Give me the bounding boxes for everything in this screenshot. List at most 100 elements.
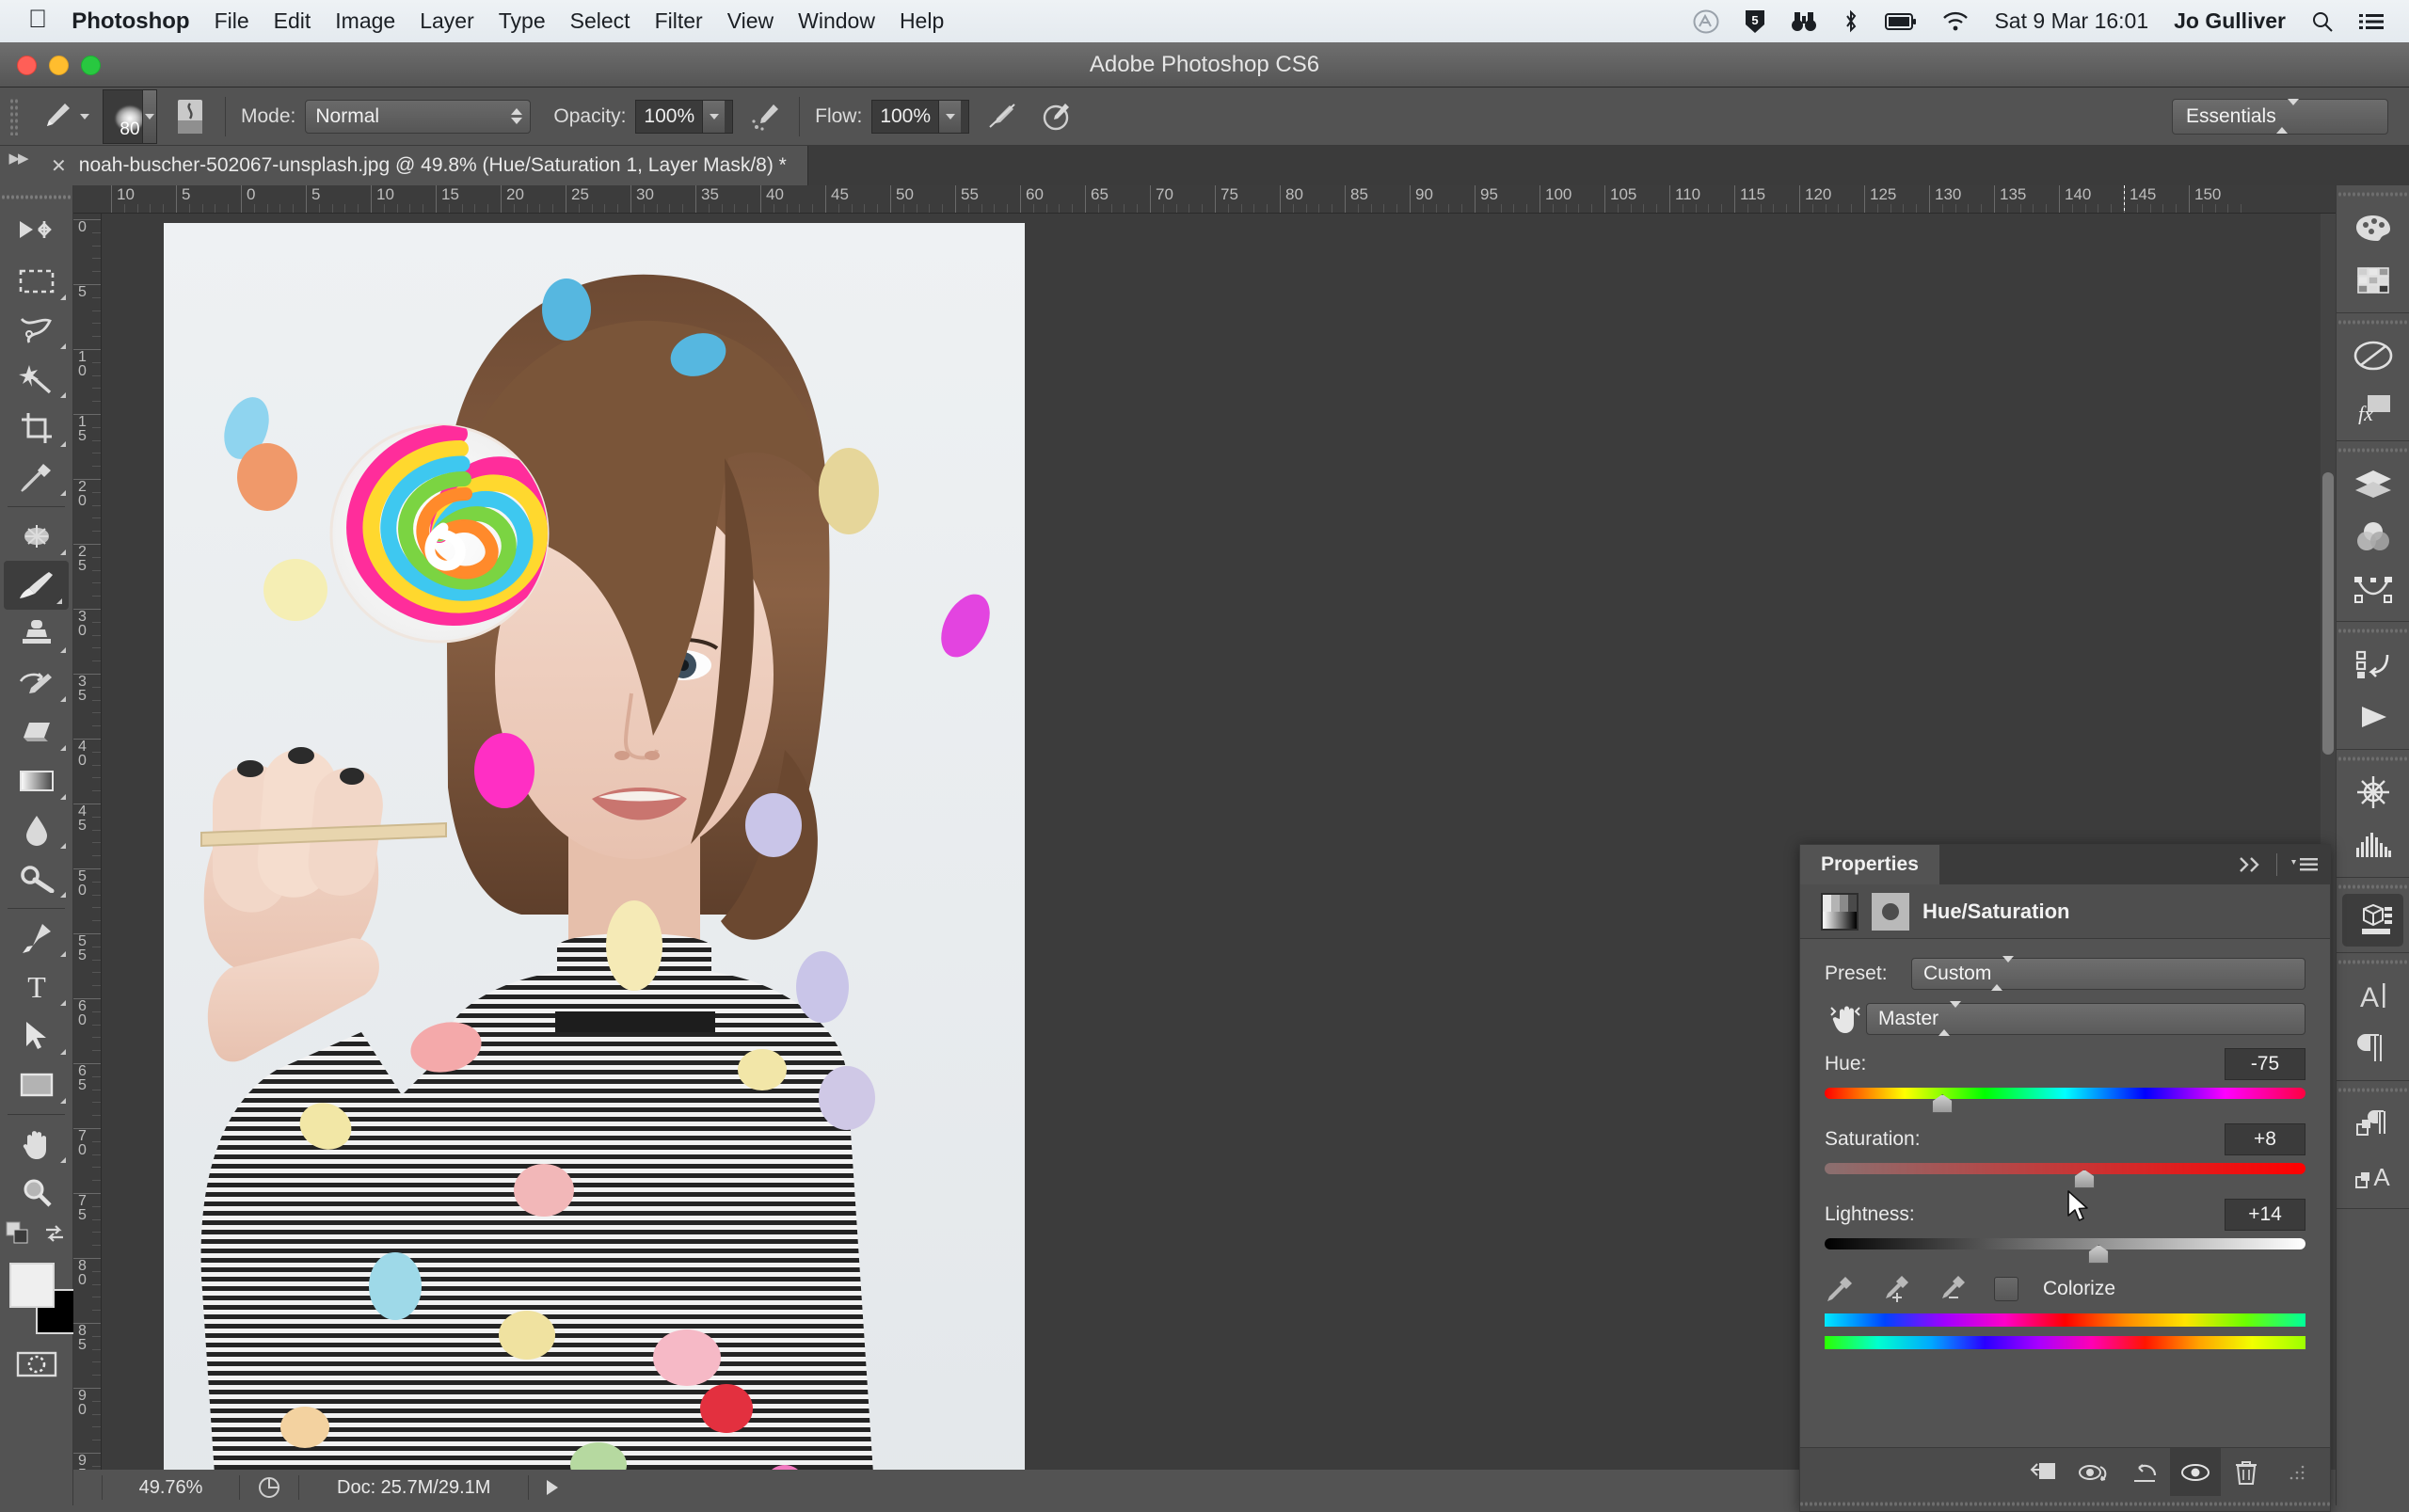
airbrush-icon[interactable] (748, 99, 784, 135)
colorize-checkbox[interactable] (1994, 1277, 2018, 1301)
menu-help[interactable]: Help (900, 8, 944, 34)
zoom-button[interactable] (81, 56, 101, 75)
close-button[interactable] (17, 56, 37, 75)
swatches-panel-button[interactable] (2337, 254, 2409, 307)
menubar-username[interactable]: Jo Gulliver (2174, 8, 2286, 34)
paragraph-styles-panel-button[interactable] (2337, 1097, 2409, 1150)
lasso-tool[interactable] (0, 306, 72, 355)
shape-tool[interactable] (0, 1060, 72, 1109)
battery-icon[interactable] (1885, 12, 1917, 31)
channels-panel-button[interactable] (2337, 510, 2409, 563)
menubar-clock[interactable]: Sat 9 Mar 16:01 (1994, 8, 2148, 34)
color-panel-button[interactable] (2337, 201, 2409, 254)
document-tab[interactable]: ✕ noah-buscher-502067-unsplash.jpg @ 49.… (36, 146, 808, 185)
hue-slider-knob[interactable] (1932, 1094, 1953, 1113)
eyedropper-sample-icon[interactable] (1825, 1274, 1857, 1304)
preset-select[interactable]: Custom (1911, 958, 2305, 990)
menu-image[interactable]: Image (335, 8, 395, 34)
doc-size-icon[interactable] (240, 1475, 298, 1500)
document-canvas[interactable] (164, 223, 1025, 1505)
tools-panel-grip[interactable] (0, 189, 72, 204)
lightness-value-field[interactable]: +14 (2225, 1199, 2305, 1231)
workspace-switcher[interactable]: Essentials (2172, 99, 2388, 135)
apple-logo-icon[interactable]:  (28, 7, 47, 32)
brush-size-preview[interactable]: 80 (103, 89, 157, 144)
menu-filter[interactable]: Filter (655, 8, 703, 34)
blur-tool[interactable] (0, 805, 72, 854)
lightness-slider-track[interactable] (1825, 1238, 2305, 1249)
properties-panel-bottom-grip[interactable] (1800, 1496, 2330, 1511)
menu-photoshop[interactable]: Photoshop (72, 8, 189, 35)
marquee-tool[interactable] (0, 257, 72, 306)
binoculars-icon[interactable] (1791, 10, 1817, 33)
zoom-level-field[interactable]: 49.76% (103, 1477, 239, 1499)
delete-button[interactable] (2221, 1448, 2272, 1497)
gradient-tool[interactable] (0, 756, 72, 805)
pen-tool[interactable] (0, 914, 72, 963)
double-arrow-right-icon[interactable] (2239, 856, 2263, 873)
dock-grip-5[interactable] (2337, 752, 2409, 766)
character-styles-panel-button[interactable]: A (2337, 1150, 2409, 1202)
brush-panel-icon[interactable] (170, 96, 210, 137)
ruler-guide-marker[interactable] (2124, 185, 2125, 214)
path-selection-tool[interactable] (0, 1011, 72, 1060)
panel-collapse-toggle[interactable]: ▶▶ (0, 146, 36, 185)
eyedropper-add-icon[interactable] (1881, 1274, 1913, 1304)
character-panel-button[interactable]: A (2337, 969, 2409, 1022)
huesat-adjustment-thumb[interactable] (1821, 893, 1859, 931)
saturation-slider-track[interactable] (1825, 1163, 2305, 1174)
channel-select[interactable]: Master (1866, 1003, 2305, 1035)
history-brush-tool[interactable] (0, 659, 72, 708)
preview-toggle-button[interactable] (2068, 1448, 2119, 1497)
properties-tab[interactable]: Properties (1800, 845, 1939, 884)
tablet-pressure-icon[interactable] (984, 99, 1020, 135)
blend-mode-select[interactable]: Normal (305, 100, 531, 134)
lightness-slider-knob[interactable] (2088, 1245, 2109, 1264)
hue-slider-track[interactable] (1825, 1088, 2305, 1099)
layer-mask-thumb[interactable] (1872, 893, 1909, 931)
menu-type[interactable]: Type (499, 8, 546, 34)
quick-mask-button[interactable] (0, 1340, 72, 1389)
search-icon[interactable] (2311, 10, 2334, 33)
type-tool[interactable]: T (0, 963, 72, 1011)
shield-5-icon[interactable]: 5 (1745, 9, 1765, 34)
properties-panel[interactable]: Properties Hue/Saturation Preset: Custom (1799, 844, 2331, 1512)
brush-preset-picker-button[interactable] (142, 90, 156, 143)
menu-select[interactable]: Select (570, 8, 630, 34)
brush-tool[interactable] (4, 561, 69, 610)
properties-panel-button[interactable] (2342, 894, 2403, 947)
zoom-tool[interactable] (0, 1169, 72, 1218)
clip-to-layer-button[interactable] (2018, 1448, 2068, 1497)
dock-grip-6[interactable] (2337, 880, 2409, 894)
saturation-slider-knob[interactable] (2074, 1170, 2095, 1188)
minimize-button[interactable] (49, 56, 69, 75)
expand-arrow-icon[interactable] (529, 1478, 576, 1497)
crop-tool[interactable] (0, 404, 72, 453)
default-colors-icon[interactable] (6, 1221, 30, 1246)
close-tab-icon[interactable]: ✕ (51, 154, 67, 178)
swap-colors-icon[interactable] (42, 1221, 67, 1246)
dodge-tool[interactable] (0, 854, 72, 903)
move-tool[interactable] (0, 208, 72, 257)
targeted-adjustment-hand-icon[interactable] (1825, 1004, 1866, 1034)
history-panel-button[interactable] (2337, 638, 2409, 691)
reset-button[interactable] (2119, 1448, 2170, 1497)
dock-grip-7[interactable] (2337, 955, 2409, 969)
list-menu-icon[interactable] (2359, 12, 2384, 31)
opacity-field[interactable]: 100% (635, 100, 733, 134)
brush-tool-icon[interactable] (37, 98, 74, 135)
menu-edit[interactable]: Edit (274, 8, 311, 34)
actions-panel-button[interactable] (2337, 691, 2409, 743)
healing-brush-tool[interactable] (0, 512, 72, 561)
resize-grip-icon[interactable] (2272, 1448, 2322, 1497)
hand-tool[interactable] (0, 1120, 72, 1169)
menu-view[interactable]: View (727, 8, 774, 34)
wifi-icon[interactable] (1942, 11, 1969, 32)
eraser-tool[interactable] (0, 708, 72, 756)
layers-panel-button[interactable] (2337, 457, 2409, 510)
options-bar-grip[interactable] (9, 98, 18, 135)
paths-panel-button[interactable] (2337, 563, 2409, 615)
styles-panel-button[interactable]: fx (2337, 382, 2409, 435)
saturation-value-field[interactable]: +8 (2225, 1123, 2305, 1155)
vertical-scroll-thumb[interactable] (2322, 472, 2334, 755)
